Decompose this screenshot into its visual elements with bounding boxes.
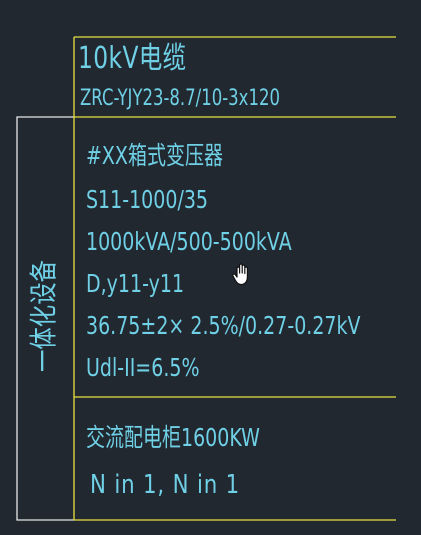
ac-cabinet-title[interactable]: 交流配电柜1600KW [86, 425, 260, 450]
cable-spec[interactable]: ZRC-YJY23-8.7/10-3x120 [80, 88, 280, 110]
transformer-model[interactable]: S11-1000/35 [86, 187, 208, 212]
transformer-name[interactable]: #XX箱式变压器 [86, 143, 223, 168]
transformer-capacity[interactable]: 1000kVA/500-500kVA [86, 229, 292, 254]
cad-drawing-canvas[interactable]: 10kV电缆 ZRC-YJY23-8.7/10-3x120 一体化设备 #XX箱… [0, 0, 421, 535]
transformer-vector-group[interactable]: D,y11-y11 [86, 271, 184, 296]
transformer-impedance[interactable]: Udl-II=6.5% [86, 355, 200, 380]
frame-lines [16, 36, 396, 521]
transformer-voltage-ratio[interactable]: 36.75±2× 2.5%/0.27-0.27kV [86, 313, 361, 338]
integrated-group-label[interactable]: 一体化设备 [27, 260, 60, 372]
hand-pointer-icon [229, 262, 255, 292]
cable-title[interactable]: 10kV电缆 [78, 44, 186, 74]
ac-cabinet-spec[interactable]: N in 1, N in 1 [90, 472, 240, 498]
integrated-group-label-box: 一体化设备 [27, 166, 61, 466]
